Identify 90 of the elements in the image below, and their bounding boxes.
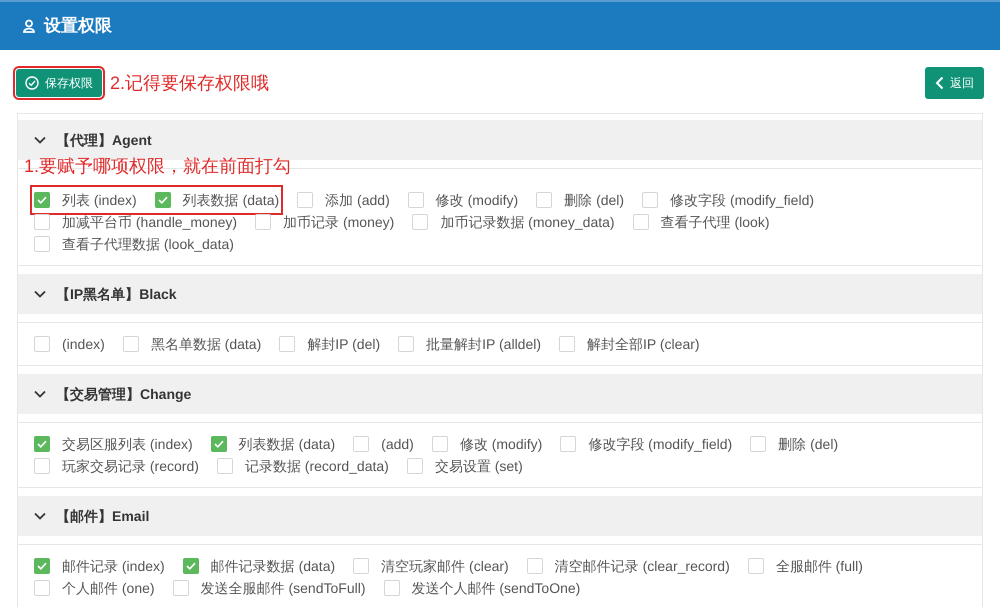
checkbox[interactable] [432, 436, 448, 452]
chevron-down-icon [34, 134, 46, 146]
checkbox-label: 邮件记录 (index) [62, 557, 165, 576]
checkbox-label: 加减平台币 (handle_money) [62, 213, 238, 232]
checkbox-label: 修改 (modify) [436, 191, 518, 210]
section-header[interactable]: 【邮件】Email [18, 496, 982, 536]
checkmark-icon [37, 562, 47, 570]
checkbox[interactable] [210, 436, 227, 452]
section-title: 【邮件】Email [56, 506, 150, 526]
checkbox-label: 黑名单数据 (data) [150, 335, 262, 354]
checkbox[interactable] [353, 436, 370, 452]
checkbox-label: 记录数据 (record_data) [244, 457, 389, 476]
checkbox-label: 删除 (del) [564, 191, 624, 210]
annotation-text: 2.记得要保存权限哦 [110, 72, 270, 94]
checkbox[interactable] [536, 192, 552, 208]
section-title: 【代理】Agent [56, 130, 152, 150]
checkbox-label: 删除 (del) [778, 435, 838, 454]
checkbox[interactable] [279, 336, 296, 352]
checkbox[interactable] [632, 214, 649, 230]
chevron-left-icon [935, 76, 944, 90]
checkbox-label: 清空邮件记录 (clear_record) [554, 557, 730, 576]
checkbox[interactable] [154, 192, 171, 208]
checkbox-label: 修改字段 (modify_field) [670, 191, 814, 210]
checkbox[interactable] [406, 458, 423, 474]
checkbox-label: 列表数据 (data) [238, 435, 336, 454]
chevron-down-icon [34, 288, 46, 300]
checkbox[interactable] [182, 558, 199, 574]
chevron-down-icon [34, 388, 46, 400]
checkbox[interactable] [526, 558, 543, 574]
checkmark-icon [37, 196, 47, 204]
checkbox-label: 查看子代理 (look) [660, 213, 770, 232]
checkbox[interactable] [216, 458, 233, 474]
checkbox-label: 清空玩家邮件 (clear) [381, 557, 509, 576]
checkbox-label: 解封IP (del) [307, 335, 380, 354]
checkbox[interactable] [748, 558, 764, 574]
checkbox-label: 列表数据 (data) [182, 191, 280, 210]
checkbox-label: 加币记录数据 (money_data) [440, 213, 615, 232]
checkbox[interactable] [122, 336, 139, 352]
checkbox[interactable] [34, 580, 50, 596]
checkbox[interactable] [398, 336, 414, 352]
checkmark-icon [158, 196, 168, 204]
checkbox-label: 个人邮件 (one) [62, 579, 155, 598]
checkbox[interactable] [384, 580, 400, 596]
checkbox-label: 列表 (index) [62, 191, 137, 210]
checkbox-label: 解封全部IP (clear) [587, 335, 700, 354]
checkbox-label: 全服邮件 (full) [776, 557, 863, 576]
checkbox[interactable] [412, 214, 428, 230]
checkbox-label: 查看子代理数据 (look_data) [62, 235, 234, 254]
checkbox[interactable] [34, 558, 50, 574]
checkbox-label: 修改字段 (modify_field) [588, 435, 732, 454]
checkbox-label: 交易设置 (set) [434, 457, 523, 476]
checkmark-icon [37, 440, 47, 448]
checkbox[interactable] [560, 436, 576, 452]
user-icon [22, 19, 36, 33]
checkmark-icon [214, 440, 224, 448]
checkbox[interactable] [750, 436, 766, 452]
checkbox[interactable] [34, 436, 50, 452]
section-title: 【IP黑名单】Black [56, 284, 177, 304]
checkbox-label: 玩家交易记录 (record) [62, 457, 199, 476]
checkbox[interactable] [34, 458, 50, 474]
checkbox[interactable] [353, 558, 370, 574]
checkbox-label: 发送个人邮件 (sendToOne) [412, 579, 580, 598]
back-button[interactable]: 返回 [925, 67, 984, 99]
section-header[interactable]: 【交易管理】Change [18, 374, 982, 414]
checkbox-label: 交易区服列表 (index) [62, 435, 193, 454]
section-header[interactable]: 【IP黑名单】Black [18, 274, 982, 314]
checkbox[interactable] [34, 192, 50, 208]
chevron-down-icon [34, 510, 46, 522]
checkbox[interactable] [34, 236, 50, 252]
checkbox-label: 加币记录 (money) [283, 213, 394, 232]
section-title: 【交易管理】Change [56, 384, 192, 404]
checkbox[interactable] [34, 214, 50, 230]
checkbox[interactable] [559, 336, 576, 352]
checkbox-label: 邮件记录数据 (data) [210, 557, 336, 576]
checkmark-icon [186, 562, 196, 570]
checkbox[interactable] [642, 192, 658, 208]
checkbox-label: 发送全服邮件 (sendToFull) [200, 579, 366, 598]
checkbox-label: (add) [381, 435, 414, 454]
checkbox[interactable] [255, 214, 272, 230]
checkbox[interactable] [297, 192, 314, 208]
checkbox[interactable] [172, 580, 189, 596]
page-title: 设置权限 [44, 15, 112, 38]
checkbox[interactable] [408, 192, 424, 208]
checkbox[interactable] [34, 336, 50, 352]
save-button[interactable]: 保存权限 [16, 69, 102, 97]
checkbox-label: 添加 (add) [325, 191, 390, 210]
checkbox-label: 修改 (modify) [460, 435, 542, 454]
checkbox-label: (index) [62, 335, 105, 354]
checkbox-label: 批量解封IP (alldel) [426, 335, 542, 354]
check-circle-icon [25, 76, 39, 90]
